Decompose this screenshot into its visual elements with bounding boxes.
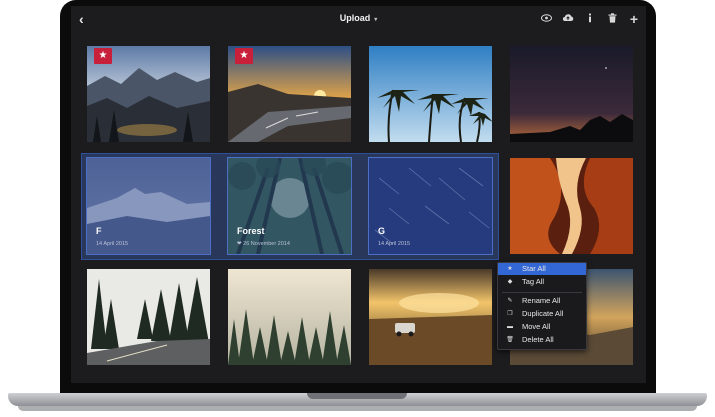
menu-item-label: Duplicate All (522, 309, 564, 318)
canyon-image (510, 158, 633, 254)
photo-caption: Forest (237, 226, 265, 236)
photo-caption: G (378, 226, 386, 236)
duplicate-icon: ❐ (507, 311, 513, 317)
trash-icon[interactable] (606, 12, 618, 26)
app-window: ‹ Upload ▾ + ★ ★ F 14 April 2015 Forest … (71, 6, 646, 383)
night-silhouette-image (510, 46, 633, 142)
selection-overlay (228, 158, 351, 254)
photo-date: 14 April 2015 (96, 241, 129, 247)
photo-tile-road-sunset[interactable]: ★ (228, 46, 351, 142)
info-icon[interactable] (584, 12, 596, 26)
photo-tile-star-trails[interactable]: G 14 April 2015 (368, 157, 493, 255)
laptop-notch (307, 393, 407, 399)
heart-icon: ❤ (237, 241, 242, 247)
menu-item-label: Move All (522, 322, 551, 331)
menu-item-label: Tag All (522, 277, 545, 286)
star-icon: ★ (507, 266, 513, 272)
photo-date-text: 26 November 2014 (243, 241, 290, 247)
title-label: Upload (339, 13, 371, 23)
laptop-shadow (18, 406, 697, 411)
menu-item-rename-all[interactable]: ✎ Rename All (498, 295, 586, 307)
star-badge: ★ (235, 48, 253, 64)
menu-separator (502, 292, 582, 293)
photo-tile-pine-road[interactable] (87, 269, 210, 365)
photo-tile-snow-mountain[interactable]: F 14 April 2015 (86, 157, 211, 255)
desert-car-image (369, 269, 492, 365)
pencil-icon: ✎ (507, 298, 513, 304)
photo-tile-mountain-sunset[interactable]: ★ (87, 46, 210, 142)
menu-item-move-all[interactable]: ▬ Move All (498, 321, 586, 333)
selection-overlay (87, 158, 210, 254)
menu-item-star-all[interactable]: ★ Star All (498, 263, 586, 275)
pine-road-image (87, 269, 210, 365)
photo-date: 14 April 2015 (378, 241, 411, 247)
menu-item-label: Rename All (522, 296, 561, 305)
trash-icon: 🗑 (506, 337, 514, 343)
folder-icon: ▬ (507, 324, 513, 330)
menu-item-duplicate-all[interactable]: ❐ Duplicate All (498, 308, 586, 320)
menu-item-label: Star All (522, 264, 546, 273)
menu-item-label: Delete All (522, 335, 554, 344)
cloud-upload-icon[interactable] (562, 13, 574, 25)
photo-tile-palm-trees[interactable] (369, 46, 492, 142)
photo-tile-night-silhouette[interactable] (510, 46, 633, 142)
foggy-forest-image (228, 269, 351, 365)
star-badge: ★ (94, 48, 112, 64)
photo-tile-desert-car[interactable] (369, 269, 492, 365)
chevron-down-icon: ▾ (374, 17, 378, 23)
photo-date: ❤ 26 November 2014 (237, 241, 290, 247)
selection-overlay (369, 158, 492, 254)
photo-caption: F (96, 226, 102, 236)
plus-icon[interactable]: + (628, 11, 640, 27)
toolbar-icons: + (540, 11, 640, 27)
tag-icon: ◆ (507, 279, 513, 285)
palm-trees-image (369, 46, 492, 142)
photo-tile-forest[interactable]: Forest ❤ 26 November 2014 (227, 157, 352, 255)
photo-tile-canyon[interactable] (510, 158, 633, 254)
photo-tile-foggy-forest[interactable] (228, 269, 351, 365)
menu-item-tag-all[interactable]: ◆ Tag All (498, 276, 586, 288)
menu-item-delete-all[interactable]: 🗑 Delete All (498, 334, 586, 346)
context-menu: ★ Star All ◆ Tag All ✎ Rename All ❐ Dupl… (497, 262, 587, 350)
top-bar: ‹ Upload ▾ + (71, 6, 646, 32)
eye-icon[interactable] (540, 13, 552, 25)
